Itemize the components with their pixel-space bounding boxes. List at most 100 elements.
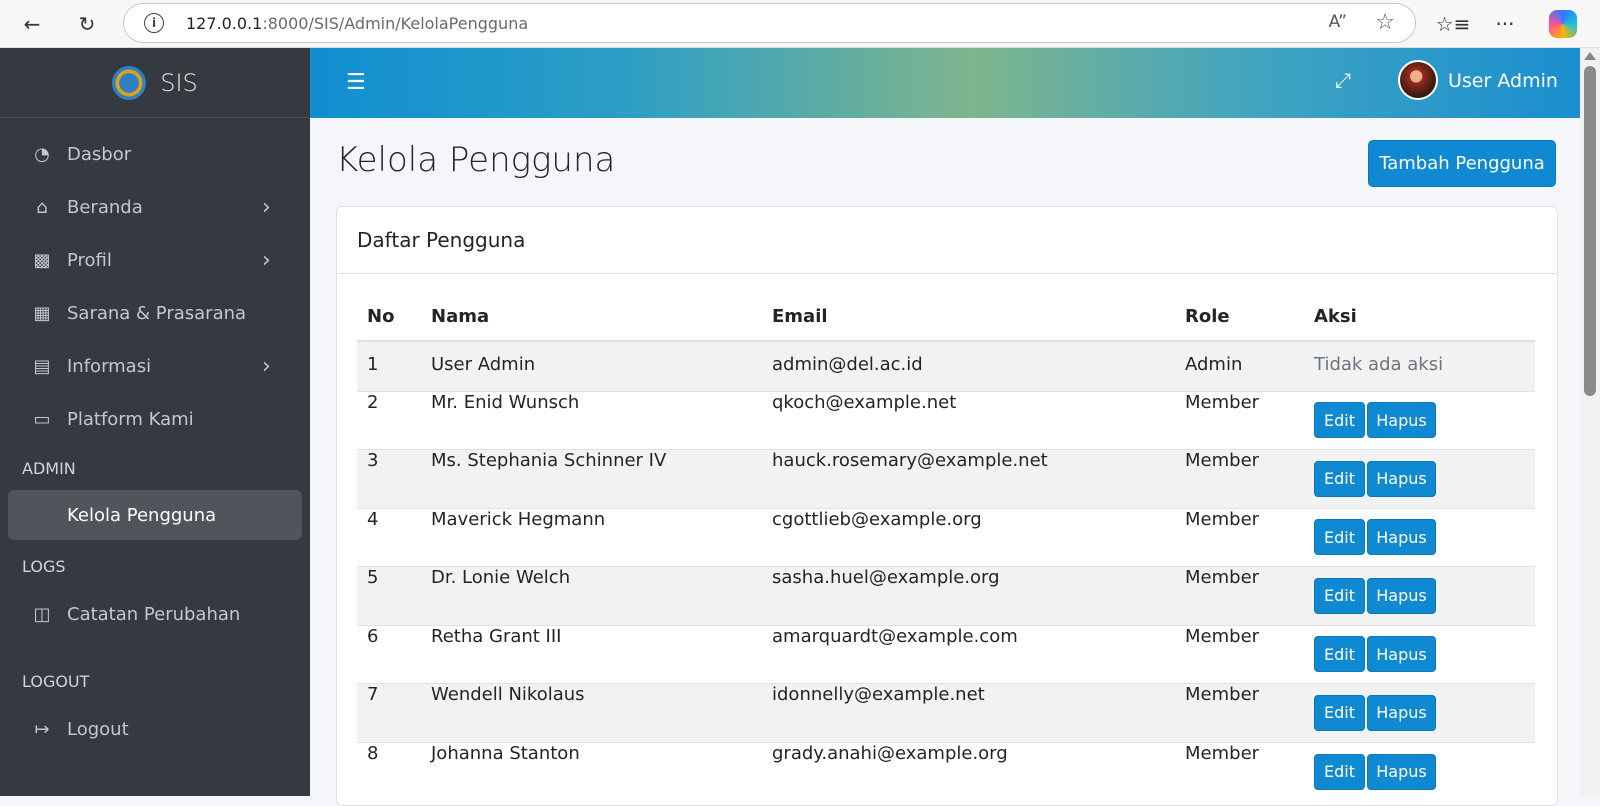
cell-name: Mr. Enid Wunsch (421, 390, 762, 450)
cell-name: Maverick Hegmann (421, 507, 762, 567)
avatar[interactable] (1398, 60, 1438, 100)
cell-email: cgottlieb@example.org (762, 507, 1175, 567)
add-user-button[interactable]: Tambah Pengguna (1368, 140, 1556, 187)
read-aloud-icon[interactable]: A” (1329, 12, 1347, 32)
delete-button[interactable]: Hapus (1367, 460, 1436, 497)
edit-button[interactable]: Edit (1314, 402, 1365, 439)
user-table-wrapper: No Nama Email Role Aksi 1 User Admin adm… (357, 293, 1535, 801)
chevron-right-icon: › (262, 354, 271, 379)
sidebar-item-label: Informasi (67, 356, 152, 377)
table-header-row: No Nama Email Role Aksi (357, 293, 1535, 342)
column-header-nama: Nama (421, 293, 762, 342)
cell-role: Member (1175, 683, 1304, 742)
page-scrollbar[interactable] (1580, 48, 1600, 796)
delete-button[interactable]: Hapus (1367, 753, 1436, 790)
user-name[interactable]: User Admin (1448, 70, 1558, 92)
brand[interactable]: SIS (0, 48, 310, 118)
sidebar-item-label: Dasbor (67, 144, 132, 165)
sidebar-item-beranda[interactable]: ⌂ Beranda › (0, 181, 310, 234)
sidebar-item-catatan-perubahan[interactable]: ◫ Catatan Perubahan (0, 588, 310, 641)
cell-name: Retha Grant III (421, 624, 762, 684)
menu-hamburger-icon[interactable]: ☰ (346, 70, 366, 95)
sidebar-item-dasbor[interactable]: ◔ Dasbor (0, 128, 310, 181)
sidebar-item-profil[interactable]: ▩ Profil › (0, 234, 310, 287)
url-host: 127.0.0.1 (186, 14, 263, 33)
monitor-icon: ▭ (33, 409, 51, 430)
site-info-icon[interactable]: i (144, 13, 164, 33)
nav-header-logs: LOGS (22, 556, 66, 576)
sidebar-item-label: Catatan Perubahan (67, 604, 241, 625)
table-row: 4 Maverick Hegmann cgottlieb@example.org… (357, 507, 1535, 567)
cell-no: 7 (357, 683, 421, 742)
table-row: 1 User Admin admin@del.ac.id Admin Tidak… (357, 340, 1535, 391)
cell-no: 8 (357, 741, 421, 801)
cell-name: Wendell Nikolaus (421, 683, 762, 742)
edit-button[interactable]: Edit (1314, 577, 1365, 614)
table-row: 5 Dr. Lonie Welch sasha.huel@example.org… (357, 566, 1535, 625)
edit-button[interactable]: Edit (1314, 519, 1365, 556)
cell-email: idonnelly@example.net (762, 683, 1175, 742)
sidebar-item-label: Kelola Pengguna (67, 504, 217, 526)
cell-actions: Edit Hapus (1304, 390, 1535, 450)
delete-button[interactable]: Hapus (1367, 694, 1436, 731)
logout-icon: ↦ (34, 719, 50, 740)
cell-email: hauck.rosemary@example.net (762, 449, 1175, 508)
back-arrow-icon[interactable]: ← (16, 8, 48, 40)
cell-name: Ms. Stephania Schinner IV (421, 449, 762, 508)
sidebar-item-sarana[interactable]: ▦ Sarana & Prasarana (0, 287, 310, 340)
nav-header-admin: ADMIN (22, 458, 76, 478)
url-text: 127.0.0.1:8000/SIS/Admin/KelolaPengguna (186, 14, 528, 33)
page-title: Kelola Pengguna (336, 140, 616, 180)
scrollbar-thumb[interactable] (1584, 66, 1596, 396)
delete-button[interactable]: Hapus (1367, 519, 1436, 556)
scroll-up-arrow-icon[interactable] (1584, 52, 1596, 60)
copilot-icon[interactable] (1549, 10, 1577, 38)
column-header-role: Role (1175, 293, 1304, 342)
delete-button[interactable]: Hapus (1367, 402, 1436, 439)
fullscreen-icon[interactable]: ⤢ (1335, 68, 1359, 92)
sidebar-item-label: Logout (67, 719, 129, 740)
table-row: 8 Johanna Stanton grady.anahi@example.or… (357, 741, 1535, 801)
column-header-email: Email (762, 293, 1175, 342)
sidebar-item-informasi[interactable]: ▤ Informasi › (0, 340, 310, 393)
cell-email: sasha.huel@example.org (762, 566, 1175, 625)
sidebar-item-kelola-pengguna[interactable]: Kelola Pengguna (8, 490, 302, 540)
more-options-icon[interactable]: ··· (1489, 8, 1521, 40)
sidebar-item-label: Profil (67, 250, 112, 271)
delete-button[interactable]: Hapus (1367, 636, 1436, 673)
edit-button[interactable]: Edit (1314, 753, 1365, 790)
edit-button[interactable]: Edit (1314, 694, 1365, 731)
chevron-right-icon: › (262, 195, 271, 220)
cell-no: 2 (357, 390, 421, 450)
chevron-right-icon: › (262, 248, 271, 273)
cell-actions: Edit Hapus (1304, 683, 1535, 742)
no-action-text: Tidak ada aksi (1304, 340, 1535, 391)
cell-role: Member (1175, 390, 1304, 450)
sidebar-item-logout[interactable]: ↦ Logout (0, 703, 310, 756)
sidebar-item-platform[interactable]: ▭ Platform Kami (0, 393, 310, 446)
cell-actions: Edit Hapus (1304, 741, 1535, 801)
brand-logo-icon (112, 65, 147, 100)
delete-button[interactable]: Hapus (1367, 577, 1436, 614)
cell-role: Member (1175, 741, 1304, 801)
brand-text: SIS (160, 68, 198, 97)
cell-name: User Admin (421, 340, 762, 391)
top-navbar: ☰ ⤢ User Admin (310, 48, 1580, 118)
building-icon: ▦ (33, 303, 51, 324)
favorite-star-icon[interactable]: ☆ (1375, 10, 1395, 35)
main-content: Kelola Pengguna Tambah Pengguna Daftar P… (310, 118, 1580, 806)
reload-icon[interactable]: ↻ (71, 8, 103, 40)
cell-email: grady.anahi@example.org (762, 741, 1175, 801)
favorites-list-icon[interactable]: ☆≡ (1436, 8, 1471, 40)
cell-name: Dr. Lonie Welch (421, 566, 762, 625)
edit-button[interactable]: Edit (1314, 636, 1365, 673)
table-row: 3 Ms. Stephania Schinner IV hauck.rosema… (357, 449, 1535, 508)
edit-button[interactable]: Edit (1314, 460, 1365, 497)
cell-role: Member (1175, 507, 1304, 567)
nav-header-logout: LOGOUT (22, 671, 90, 691)
cell-email: admin@del.ac.id (762, 340, 1175, 391)
home-icon: ⌂ (36, 197, 48, 218)
address-bar[interactable]: i 127.0.0.1:8000/SIS/Admin/KelolaPenggun… (123, 3, 1416, 43)
gauge-icon: ◔ (34, 144, 50, 165)
cell-role: Admin (1175, 340, 1304, 391)
